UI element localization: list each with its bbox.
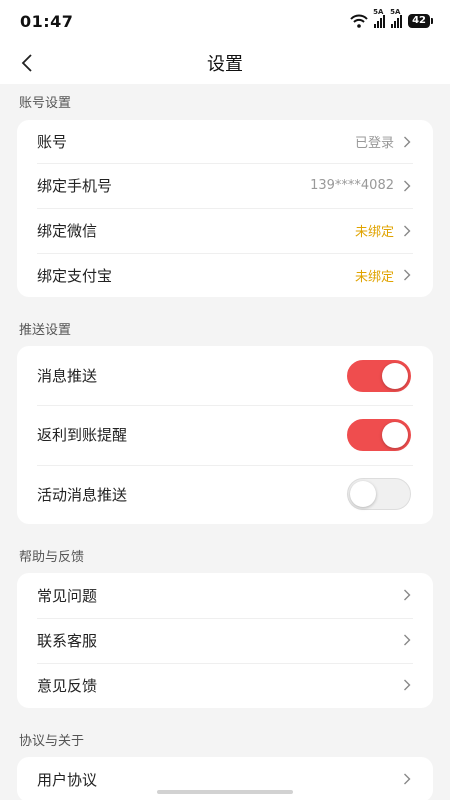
row-label: 意见反馈	[37, 676, 98, 695]
row-rebate-reminder: 返利到账提醒	[17, 405, 433, 464]
chevron-right-icon	[404, 773, 411, 785]
settings-content: 账号设置 账号 已登录 绑定手机号 139****4082 绑定微信 未绑定 绑…	[0, 84, 450, 800]
signal-icon-2: 5A	[390, 8, 403, 28]
chevron-right-icon	[404, 269, 411, 281]
push-card: 消息推送 返利到账提醒 活动消息推送	[17, 346, 433, 524]
chevron-right-icon	[404, 225, 411, 236]
signal-icon: 5A	[373, 8, 386, 28]
section-title-account: 账号设置	[19, 96, 72, 111]
back-arrow-icon	[21, 54, 32, 72]
chevron-right-icon	[404, 180, 411, 191]
signal-label: 5A	[373, 8, 384, 16]
row-label: 绑定手机号	[37, 177, 113, 195]
alipay-status: 未绑定	[354, 269, 394, 285]
signal-label-2: 5A	[390, 8, 401, 16]
section-title-help: 帮助与反馈	[19, 549, 85, 565]
row-label: 消息推送	[37, 367, 98, 386]
chevron-right-icon	[404, 679, 411, 691]
row-feedback[interactable]: 意见反馈	[17, 662, 433, 708]
row-label: 用户协议	[37, 770, 98, 789]
activity-push-toggle[interactable]	[347, 478, 411, 511]
battery-icon: 42	[408, 14, 433, 28]
section-title-about: 协议与关于	[19, 733, 85, 749]
toggle-knob	[382, 362, 408, 389]
chevron-right-icon	[404, 634, 411, 646]
chevron-right-icon	[404, 136, 411, 147]
row-faq[interactable]: 常见问题	[17, 573, 433, 618]
wifi-icon	[350, 14, 368, 28]
nav-bar: 设置	[0, 42, 450, 84]
account-card: 账号 已登录 绑定手机号 139****4082 绑定微信 未绑定 绑定支付宝 …	[17, 120, 433, 297]
help-card: 常见问题 联系客服 意见反馈	[17, 572, 433, 708]
row-account[interactable]: 账号 已登录	[17, 120, 433, 163]
row-message-push: 消息推送	[17, 346, 433, 405]
toggle-knob	[350, 481, 376, 508]
row-label: 绑定微信	[37, 222, 98, 240]
row-contact-service[interactable]: 联系客服	[17, 617, 433, 663]
row-label: 常见问题	[37, 586, 98, 605]
row-label: 绑定支付宝	[37, 266, 113, 285]
status-time: 01:47	[20, 11, 74, 31]
row-label: 联系客服	[37, 631, 98, 650]
row-label: 返利到账提醒	[37, 426, 128, 445]
row-bind-phone[interactable]: 绑定手机号 139****4082	[17, 163, 433, 208]
message-push-toggle[interactable]	[347, 359, 411, 392]
toggle-knob	[382, 421, 408, 448]
row-bind-wechat[interactable]: 绑定微信 未绑定	[17, 208, 433, 253]
back-button[interactable]	[14, 50, 40, 76]
page-title: 设置	[207, 54, 243, 75]
status-icons: 5A 5A 42	[350, 8, 433, 28]
home-indicator[interactable]	[157, 790, 293, 794]
chevron-right-icon	[404, 589, 411, 601]
login-status: 已登录	[354, 136, 394, 151]
rebate-reminder-toggle[interactable]	[347, 418, 411, 451]
section-title-push: 推送设置	[19, 323, 72, 338]
row-bind-alipay[interactable]: 绑定支付宝 未绑定	[17, 253, 433, 297]
row-label: 活动消息推送	[37, 485, 128, 504]
status-bar: 01:47 5A 5A 42	[0, 0, 450, 42]
row-activity-push: 活动消息推送	[17, 464, 433, 524]
row-label: 账号	[37, 133, 68, 151]
phone-number: 139****4082	[310, 178, 394, 193]
wechat-status: 未绑定	[354, 225, 394, 240]
